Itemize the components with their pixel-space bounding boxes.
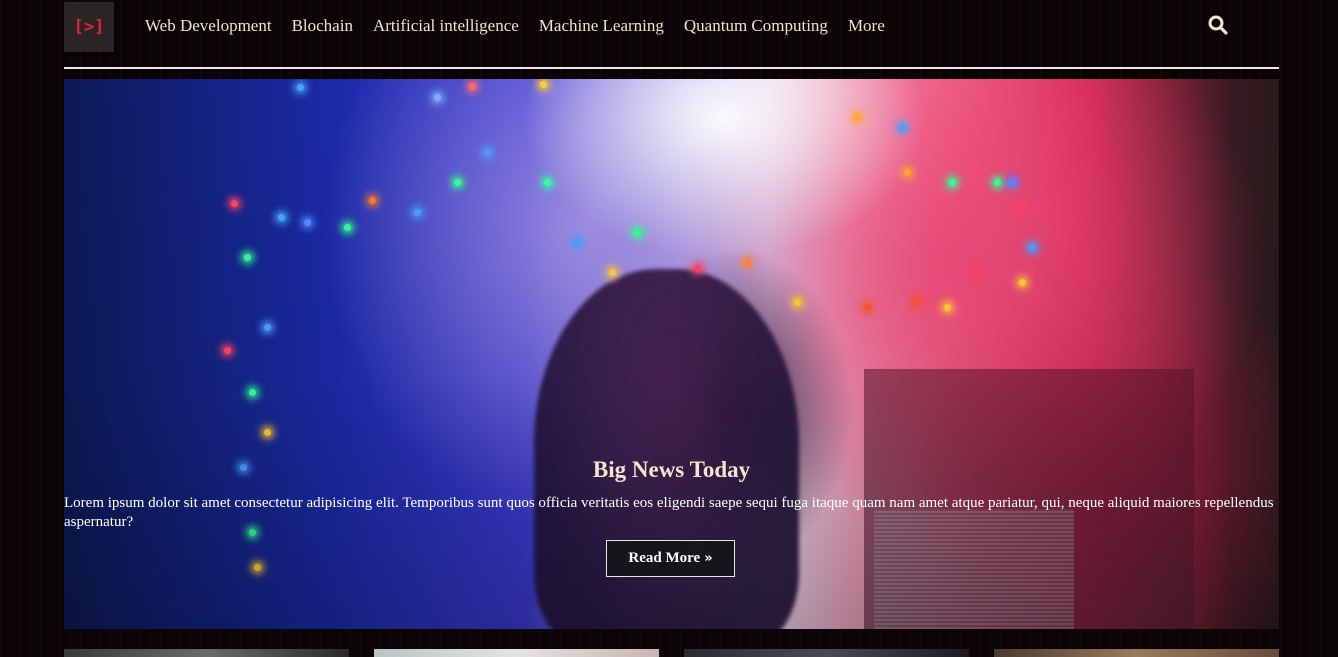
hero-banner: Big News Today Lorem ipsum dolor sit ame… — [64, 79, 1279, 629]
nav-item-machine-learning[interactable]: Machine Learning — [539, 16, 664, 36]
nav-item-more[interactable]: More — [848, 16, 885, 36]
double-chevron-right-icon: » — [704, 551, 713, 566]
nav-item-blochain[interactable]: Blochain — [292, 16, 353, 36]
header-divider — [64, 67, 1279, 69]
nav-item-artificial-intelligence[interactable]: Artificial intelligence — [373, 16, 519, 36]
main-nav: Web Development Blochain Artificial inte… — [145, 16, 905, 36]
top-navbar: [>] Web Development Blochain Artificial … — [64, 0, 1279, 52]
article-thumbnail-1[interactable] — [64, 649, 349, 657]
search-button[interactable] — [1207, 14, 1229, 36]
read-more-button[interactable]: Read More » — [606, 540, 735, 577]
nav-item-web-development[interactable]: Web Development — [145, 16, 272, 36]
article-thumbnail-3[interactable] — [684, 649, 969, 657]
site-logo[interactable]: [>] — [64, 2, 114, 52]
article-thumbnail-2[interactable] — [374, 649, 659, 657]
hero-title: Big News Today — [592, 457, 751, 482]
search-icon — [1208, 15, 1228, 35]
nav-item-quantum-computing[interactable]: Quantum Computing — [684, 16, 828, 36]
article-thumbnails-row — [64, 649, 1279, 657]
read-more-label: Read More — [628, 550, 701, 566]
hero-description: Lorem ipsum dolor sit amet consectetur a… — [64, 495, 1274, 530]
article-thumbnail-4[interactable] — [994, 649, 1279, 657]
